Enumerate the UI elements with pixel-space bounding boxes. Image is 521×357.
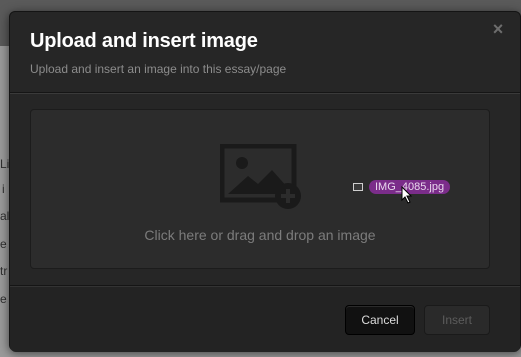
background-text: i — [2, 182, 5, 196]
dropzone-hint: Click here or drag and drop an image — [144, 227, 376, 243]
background-text: e — [0, 237, 7, 251]
upload-image-modal: Upload and insert image Upload and inser… — [9, 11, 521, 352]
file-thumbnail-icon — [353, 183, 363, 191]
background-text: al — [0, 209, 10, 223]
background-text: tr — [0, 264, 8, 278]
cancel-button[interactable]: Cancel — [345, 305, 415, 335]
modal-footer: Cancel Insert — [10, 285, 520, 352]
modal-title: Upload and insert image — [30, 30, 258, 52]
insert-button[interactable]: Insert — [424, 305, 490, 335]
background-text: e — [0, 292, 7, 306]
mouse-cursor-icon — [401, 186, 413, 204]
modal-subtitle: Upload and insert an image into this ess… — [30, 62, 287, 76]
close-icon[interactable]: × — [490, 20, 506, 38]
modal-header: Upload and insert image Upload and inser… — [10, 12, 520, 93]
background-text: Li — [0, 157, 10, 171]
image-dropzone[interactable]: IMG_4085.jpg Click here or drag and drop… — [30, 109, 490, 269]
image-add-icon — [220, 144, 301, 209]
